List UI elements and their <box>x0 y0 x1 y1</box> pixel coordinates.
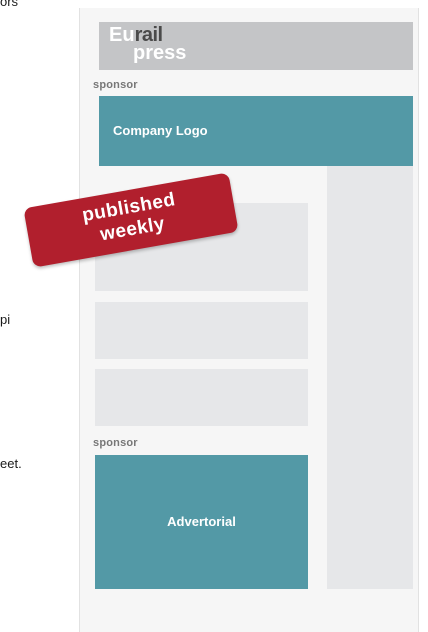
advertorial-label: Advertorial <box>167 514 236 529</box>
logo-eu: Eu <box>109 24 135 46</box>
sponsor-label-bottom: sponsor <box>93 437 138 449</box>
advertorial-placeholder: Advertorial <box>95 455 308 589</box>
newsletter-header: Eurail press <box>99 22 413 70</box>
company-logo-placeholder: Company Logo <box>99 96 413 166</box>
cut-off-text-top: ors <box>0 0 19 9</box>
page: ors pi eet. Eurail press sponsor Company… <box>0 0 428 632</box>
right-sidebar-placeholder <box>327 166 413 589</box>
cut-off-text-bottom: eet. <box>0 456 22 471</box>
logo-press: press <box>133 42 187 64</box>
content-block-3 <box>95 369 308 426</box>
company-logo-label: Company Logo <box>113 123 208 138</box>
eurailpress-logo: Eurail press <box>109 25 186 63</box>
newsletter-mockup: Eurail press sponsor Company Logo sponso… <box>79 8 419 632</box>
sponsor-label-top: sponsor <box>93 79 138 91</box>
content-block-2 <box>95 302 308 359</box>
cut-off-text-middle: pi <box>0 312 11 327</box>
